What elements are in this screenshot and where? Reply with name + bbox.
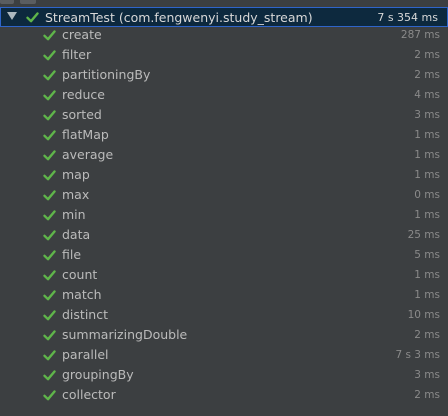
check-icon <box>43 269 56 282</box>
test-row[interactable]: flatMap 1 ms <box>0 126 448 146</box>
test-duration: 3 ms <box>414 369 440 381</box>
test-row[interactable]: min 1 ms <box>0 206 448 226</box>
check-icon <box>43 309 56 322</box>
test-row[interactable]: groupingBy 3 ms <box>0 366 448 386</box>
test-duration: 10 ms <box>407 309 440 321</box>
test-row[interactable]: parallel 7 s 3 ms <box>0 346 448 366</box>
check-icon <box>43 89 56 102</box>
test-name: min <box>62 207 86 222</box>
check-icon <box>43 49 56 62</box>
test-name: file <box>62 247 82 262</box>
test-name: sorted <box>62 107 102 122</box>
test-name: parallel <box>62 347 109 362</box>
test-duration: 1 ms <box>414 129 440 141</box>
test-duration: 0 ms <box>414 189 440 201</box>
test-row[interactable]: partitioningBy 2 ms <box>0 66 448 86</box>
check-icon <box>43 189 56 202</box>
test-duration: 7 s 3 ms <box>395 349 440 361</box>
check-icon <box>43 169 56 182</box>
test-duration: 25 ms <box>407 229 440 241</box>
test-name: max <box>62 187 90 202</box>
test-row[interactable]: sorted 3 ms <box>0 106 448 126</box>
test-row[interactable]: data 25 ms <box>0 226 448 246</box>
check-icon <box>43 289 56 302</box>
check-icon <box>43 329 56 342</box>
test-row[interactable]: create 287 ms <box>0 26 448 46</box>
test-name: filter <box>62 47 92 62</box>
check-icon <box>43 129 56 142</box>
check-icon <box>43 69 56 82</box>
test-duration: 1 ms <box>414 289 440 301</box>
test-row[interactable]: reduce 4 ms <box>0 86 448 106</box>
check-icon <box>43 109 56 122</box>
test-duration: 1 ms <box>414 169 440 181</box>
check-icon <box>43 349 56 362</box>
test-duration: 1 ms <box>414 269 440 281</box>
check-icon <box>26 11 39 24</box>
test-row[interactable]: max 0 ms <box>0 186 448 206</box>
test-duration: 4 ms <box>414 89 440 101</box>
check-icon <box>43 249 56 262</box>
test-duration: 1 ms <box>414 209 440 221</box>
test-duration: 2 ms <box>414 69 440 81</box>
toolbar-button[interactable] <box>0 0 14 4</box>
toolbar-button[interactable] <box>20 0 36 4</box>
test-row[interactable]: summarizingDouble 2 ms <box>0 326 448 346</box>
test-name: partitioningBy <box>62 67 151 82</box>
test-duration: 2 ms <box>414 389 440 401</box>
test-name: distinct <box>62 307 108 322</box>
test-name: summarizingDouble <box>62 327 188 342</box>
test-duration: 287 ms <box>400 29 440 41</box>
test-row[interactable]: collector 2 ms <box>0 386 448 406</box>
check-icon <box>43 149 56 162</box>
test-name: collector <box>62 387 116 402</box>
check-icon <box>43 29 56 42</box>
check-icon <box>43 369 56 382</box>
test-name: data <box>62 227 91 242</box>
test-row[interactable]: count 1 ms <box>0 266 448 286</box>
test-row[interactable]: average 1 ms <box>0 146 448 166</box>
test-name: create <box>62 27 102 42</box>
test-duration: 1 ms <box>414 149 440 161</box>
test-name: count <box>62 267 98 282</box>
test-name: groupingBy <box>62 367 134 382</box>
test-duration: 3 ms <box>414 109 440 121</box>
test-duration: 5 ms <box>414 249 440 261</box>
test-suite-row[interactable]: StreamTest (com.fengwenyi.study_stream) … <box>0 7 448 27</box>
check-icon <box>43 209 56 222</box>
test-list: create 287 ms filter 2 ms partitioningBy 2 ms… <box>0 26 448 406</box>
test-name: reduce <box>62 87 105 102</box>
test-row[interactable]: match 1 ms <box>0 286 448 306</box>
test-duration: 2 ms <box>414 49 440 61</box>
test-name: flatMap <box>62 127 109 142</box>
test-name: average <box>62 147 114 162</box>
check-icon <box>43 229 56 242</box>
test-name: map <box>62 167 90 182</box>
test-suite-label: StreamTest (com.fengwenyi.study_stream) <box>45 10 313 25</box>
test-suite-time: 7 s 354 ms <box>377 11 438 24</box>
test-row[interactable]: filter 2 ms <box>0 46 448 66</box>
test-duration: 2 ms <box>414 329 440 341</box>
test-name: match <box>62 287 102 302</box>
check-icon <box>43 389 56 402</box>
toolbar-strip <box>0 0 448 6</box>
test-row[interactable]: distinct 10 ms <box>0 306 448 326</box>
test-row[interactable]: file 5 ms <box>0 246 448 266</box>
collapse-triangle-icon[interactable] <box>7 12 17 20</box>
test-row[interactable]: map 1 ms <box>0 166 448 186</box>
